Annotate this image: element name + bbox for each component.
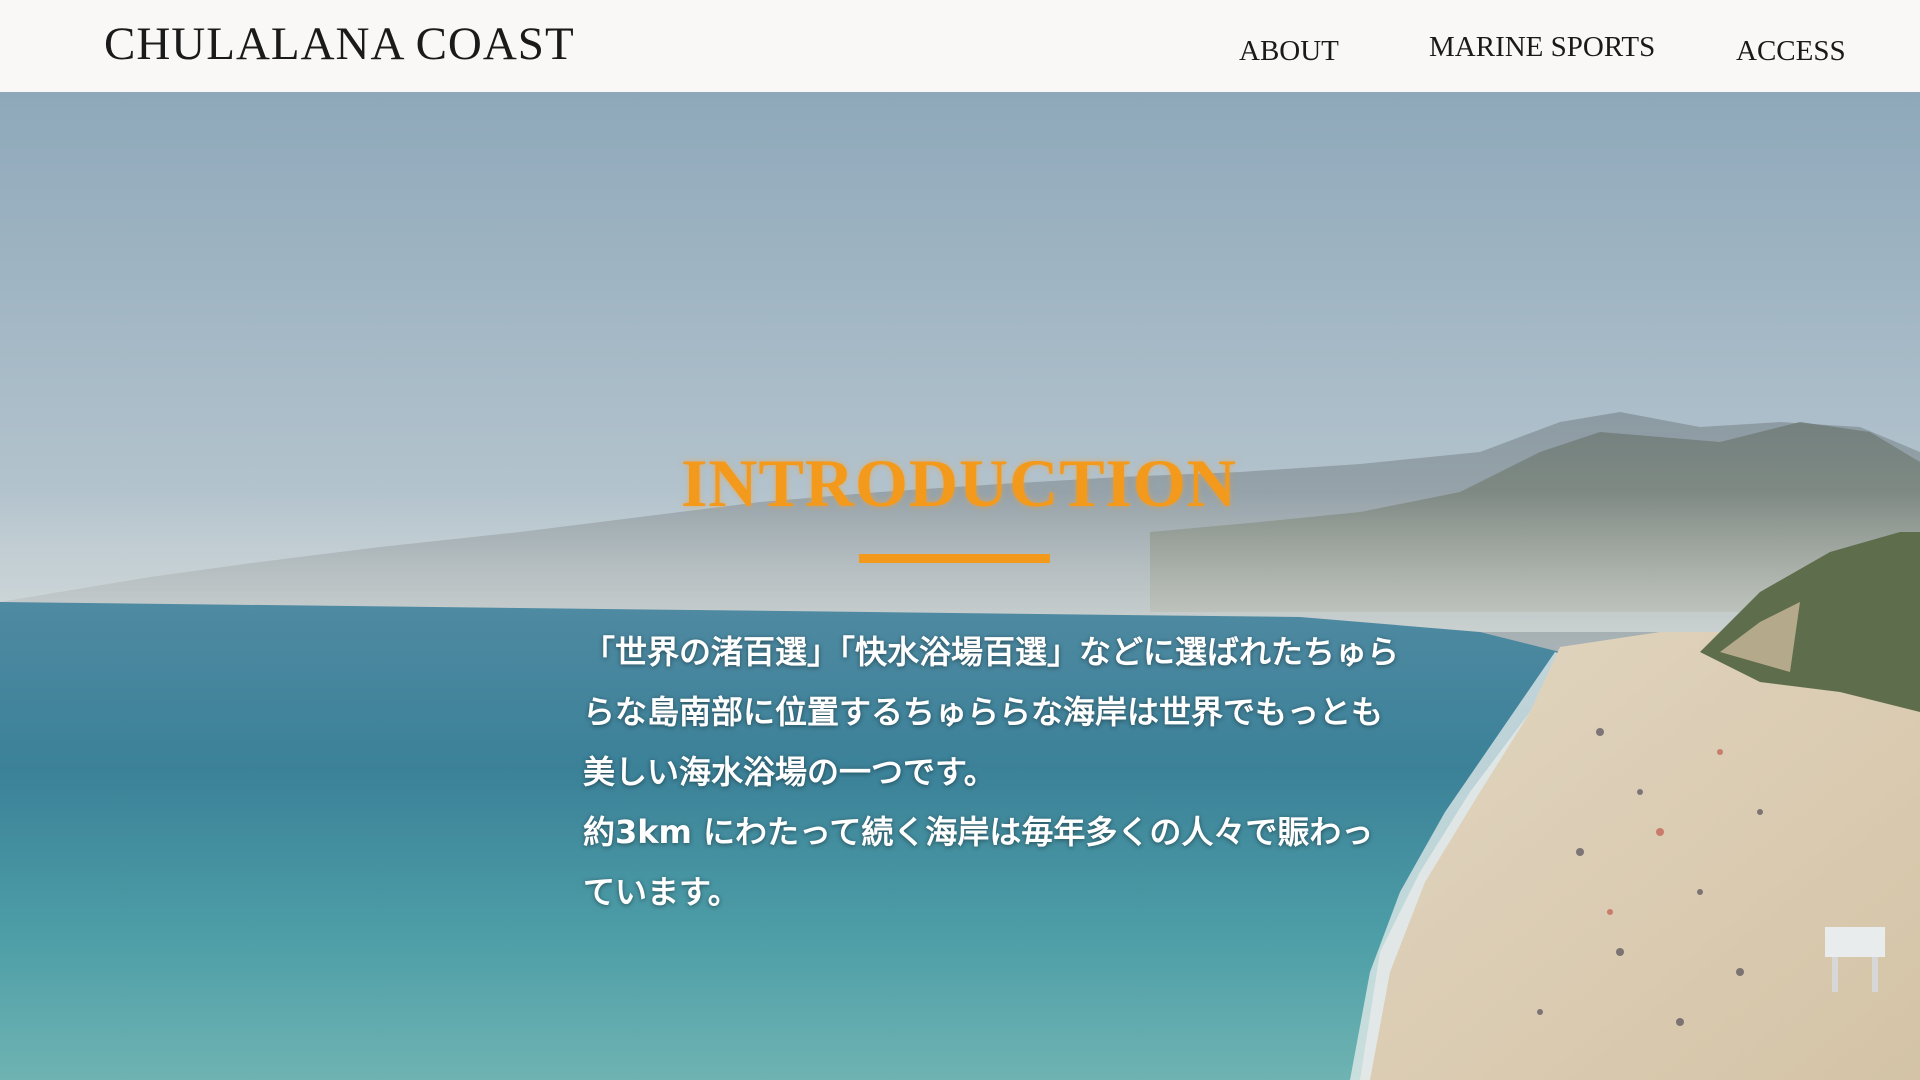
nav-link-marine-sports[interactable]: MARINE SPORTS <box>1429 30 1655 65</box>
intro-block: INTRODUCTION 「世界の渚百選」「快水浴場百選」などに選ばれたちゅらら… <box>0 92 1920 1080</box>
nav-link-access[interactable]: ACCESS <box>1736 34 1846 69</box>
hero-section: INTRODUCTION 「世界の渚百選」「快水浴場百選」などに選ばれたちゅらら… <box>0 92 1920 1080</box>
intro-heading: INTRODUCTION <box>680 444 1238 521</box>
intro-text: 「世界の渚百選」「快水浴場百選」などに選ばれたちゅららな島南部に位置するちゅらら… <box>583 622 1403 922</box>
main-nav: ABOUT MARINE SPORTS ACCESS <box>0 30 1920 74</box>
intro-paragraph: 約3km にわたって続く海岸は毎年多くの人々で賑わっています。 <box>583 813 1374 911</box>
nav-link-about[interactable]: ABOUT <box>1239 34 1339 69</box>
heading-underline <box>859 554 1050 563</box>
site-header: CHULALANA COAST ABOUT MARINE SPORTS ACCE… <box>0 0 1920 92</box>
intro-paragraph: 「世界の渚百選」「快水浴場百選」などに選ばれたちゅららな島南部に位置するちゅらら… <box>583 633 1400 791</box>
